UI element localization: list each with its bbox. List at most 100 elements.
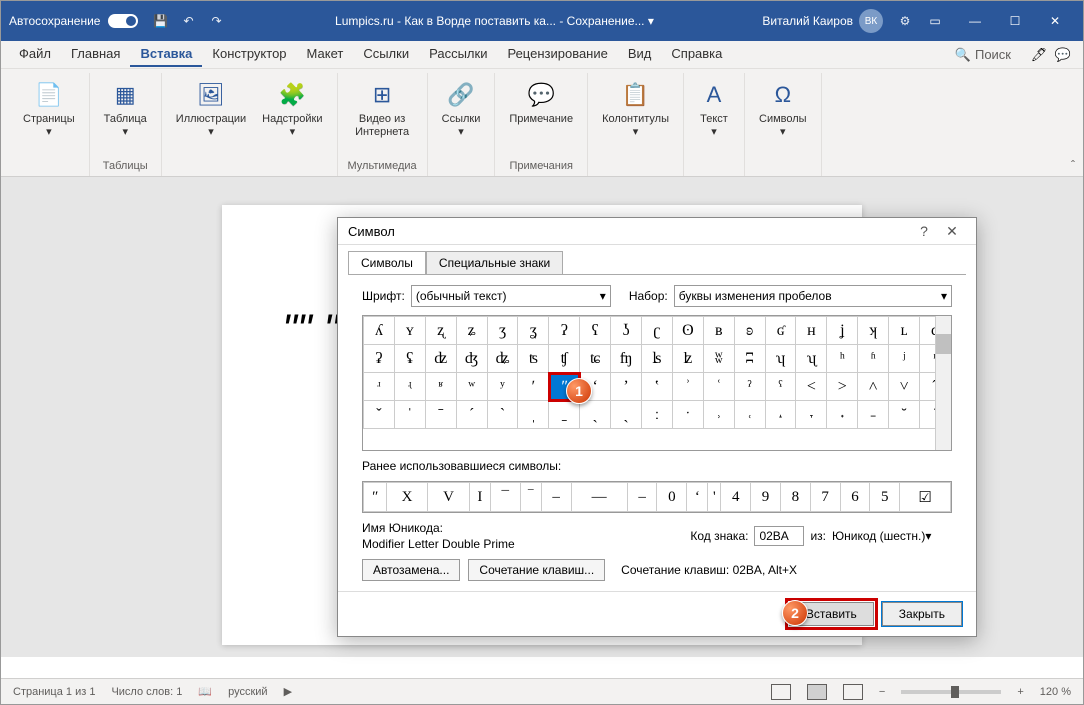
char-cell[interactable]: ʷ bbox=[456, 373, 487, 401]
options-icon[interactable]: ⚙ bbox=[895, 11, 915, 31]
char-cell[interactable]: ˍ bbox=[549, 401, 580, 429]
char-cell[interactable]: ʘ bbox=[672, 317, 703, 345]
tab-макет[interactable]: Макет bbox=[297, 42, 354, 67]
char-cell[interactable]: ʮ bbox=[765, 345, 796, 373]
tab-ссылки[interactable]: Ссылки bbox=[353, 42, 419, 67]
ribbon-button[interactable]: ⊞Видео изИнтернета bbox=[351, 77, 413, 141]
char-cell[interactable]: ˑ bbox=[672, 401, 703, 429]
save-icon[interactable]: 💾 bbox=[150, 11, 170, 31]
char-cell[interactable]: ʓ bbox=[518, 317, 549, 345]
recent-char[interactable]: ¯ bbox=[490, 483, 520, 512]
char-cell[interactable]: ʾ bbox=[672, 373, 703, 401]
char-cell[interactable]: ˖ bbox=[827, 401, 858, 429]
char-cell[interactable]: ˀ bbox=[734, 373, 765, 401]
char-cell[interactable]: ˘ bbox=[889, 401, 920, 429]
tab-рассылки[interactable]: Рассылки bbox=[419, 42, 497, 67]
char-cell[interactable]: ʡ bbox=[364, 345, 395, 373]
zoom-slider[interactable] bbox=[901, 690, 1001, 694]
ribbon-button[interactable]: 🧩Надстройки▾ bbox=[258, 77, 326, 141]
recent-char[interactable]: — bbox=[571, 483, 627, 512]
recent-char[interactable]: ☑ bbox=[900, 483, 951, 512]
char-cell[interactable]: ʽ bbox=[642, 373, 673, 401]
char-cell[interactable]: ʿ bbox=[703, 373, 734, 401]
comments-icon[interactable]: 💬 bbox=[1051, 47, 1075, 63]
tab-главная[interactable]: Главная bbox=[61, 42, 130, 67]
char-cell[interactable]: ʕ bbox=[580, 317, 611, 345]
char-cell[interactable]: ʱ bbox=[858, 345, 889, 373]
char-cell[interactable]: ʼ bbox=[611, 373, 642, 401]
char-cell[interactable]: ˕ bbox=[796, 401, 827, 429]
tab-symbols[interactable]: Символы bbox=[348, 251, 426, 275]
redo-icon[interactable]: ↷ bbox=[206, 11, 226, 31]
char-cell[interactable]: ˂ bbox=[796, 373, 827, 401]
char-cell[interactable]: ʶ bbox=[425, 373, 456, 401]
char-cell[interactable]: ˇ bbox=[364, 401, 395, 429]
char-cell[interactable]: ʔ bbox=[549, 317, 580, 345]
recent-char[interactable]: 0 bbox=[657, 483, 687, 512]
tab-вид[interactable]: Вид bbox=[618, 42, 662, 67]
minimize-icon[interactable]: — bbox=[955, 6, 995, 36]
char-cell[interactable]: ˉ bbox=[425, 401, 456, 429]
char-cell[interactable]: ʖ bbox=[611, 317, 642, 345]
font-select[interactable]: (обычный текст)▾ bbox=[411, 285, 611, 307]
char-cell[interactable]: ʲ bbox=[889, 345, 920, 373]
recent-char[interactable]: V bbox=[428, 483, 470, 512]
print-layout-icon[interactable] bbox=[807, 684, 827, 700]
char-cell[interactable]: ʸ bbox=[487, 373, 518, 401]
dialog-close-icon[interactable]: ✕ bbox=[938, 221, 966, 241]
char-cell[interactable]: ˅ bbox=[889, 373, 920, 401]
recent-char[interactable]: ʺ bbox=[364, 483, 387, 512]
from-select[interactable]: Юникод (шестн.)▾ bbox=[832, 529, 952, 543]
char-cell[interactable]: ʒ bbox=[487, 317, 518, 345]
char-cell[interactable]: ʚ bbox=[734, 317, 765, 345]
scrollbar[interactable] bbox=[935, 316, 951, 450]
recent-char[interactable]: I bbox=[469, 483, 490, 512]
char-cell[interactable]: ˄ bbox=[858, 373, 889, 401]
recent-char[interactable]: ' bbox=[708, 483, 721, 512]
char-cell[interactable]: ˒ bbox=[703, 401, 734, 429]
autoreplace-button[interactable]: Автозамена... bbox=[362, 559, 460, 581]
char-cell[interactable]: ʑ bbox=[456, 317, 487, 345]
char-cell[interactable]: ˎ bbox=[580, 401, 611, 429]
char-cell[interactable]: ˓ bbox=[734, 401, 765, 429]
ribbon-button[interactable]: ▦Таблица▾ bbox=[100, 77, 151, 141]
tab-вставка[interactable]: Вставка bbox=[130, 42, 202, 67]
char-cell[interactable]: ʣ bbox=[425, 345, 456, 373]
ribbon-button[interactable]: AТекст▾ bbox=[694, 77, 734, 141]
char-cell[interactable]: ʢ bbox=[394, 345, 425, 373]
char-cell[interactable]: ʛ bbox=[765, 317, 796, 345]
char-cell[interactable]: ʪ bbox=[642, 345, 673, 373]
tab-рецензирование[interactable]: Рецензирование bbox=[497, 42, 617, 67]
ribbon-button[interactable]: 📄Страницы▾ bbox=[19, 77, 79, 141]
zoom-in-icon[interactable]: + bbox=[1017, 686, 1023, 698]
char-cell[interactable]: ʜ bbox=[796, 317, 827, 345]
ribbon-button[interactable]: 📋Колонтитулы▾ bbox=[598, 77, 673, 141]
char-cell[interactable]: ː bbox=[642, 401, 673, 429]
macro-icon[interactable]: ▶ bbox=[284, 685, 292, 698]
char-cell[interactable]: ʬ bbox=[703, 345, 734, 373]
char-cell[interactable]: ˋ bbox=[487, 401, 518, 429]
recent-char[interactable]: ‒ bbox=[541, 483, 571, 512]
char-cell[interactable]: ʵ bbox=[394, 373, 425, 401]
ribbon-button[interactable]: 🔗Ссылки▾ bbox=[438, 77, 485, 141]
char-cell[interactable]: ˏ bbox=[611, 401, 642, 429]
char-cell[interactable]: ʭ bbox=[734, 345, 765, 373]
char-cell[interactable]: ʯ bbox=[796, 345, 827, 373]
char-cell[interactable]: ˊ bbox=[456, 401, 487, 429]
char-cell[interactable]: ʗ bbox=[642, 317, 673, 345]
ribbon-button[interactable]: 💬Примечание bbox=[505, 77, 577, 128]
status-lang[interactable]: русский bbox=[228, 686, 267, 698]
char-cell[interactable]: ˈ bbox=[394, 401, 425, 429]
maximize-icon[interactable]: ☐ bbox=[995, 6, 1035, 36]
char-cell[interactable]: ʴ bbox=[364, 373, 395, 401]
recent-char[interactable]: 5 bbox=[870, 483, 900, 512]
char-cell[interactable]: ʙ bbox=[703, 317, 734, 345]
shortcut-button[interactable]: Сочетание клавиш... bbox=[468, 559, 605, 581]
char-cell[interactable]: ʰ bbox=[827, 345, 858, 373]
recent-char[interactable]: ‘ bbox=[687, 483, 708, 512]
character-grid[interactable]: ʎʏʐʑʒʓʔʕʖʗʘʙʚʛʜʝʞʟʠʡʢʣʤʥʦʧʨʩʪʫʬʭʮʯʰʱʲʳʴʵ… bbox=[362, 315, 952, 451]
char-cell[interactable]: ʝ bbox=[827, 317, 858, 345]
dialog-help-icon[interactable]: ? bbox=[910, 221, 938, 241]
ribbon-button[interactable]: ΩСимволы▾ bbox=[755, 77, 811, 141]
zoom-out-icon[interactable]: − bbox=[879, 686, 885, 698]
